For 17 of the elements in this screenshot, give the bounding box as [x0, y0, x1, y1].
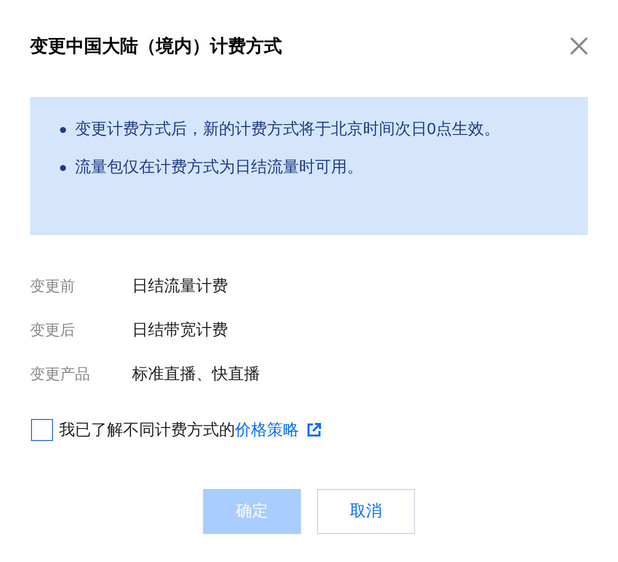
field-label: 变更前 — [30, 276, 76, 296]
bullet-icon — [60, 127, 66, 133]
cancel-button[interactable]: 取消 — [317, 489, 415, 534]
field-label: 变更后 — [30, 320, 76, 340]
field-value: 标准直播、快直播 — [132, 364, 260, 384]
field-value: 日结带宽计费 — [132, 320, 228, 340]
agreement-checkbox[interactable] — [31, 419, 53, 441]
pricing-link[interactable]: 价格策略 — [235, 420, 299, 440]
field-label: 变更产品 — [30, 364, 91, 384]
notice-text: 变更计费方式后，新的计费方式将于北京时间次日0点生效。 — [75, 120, 500, 140]
close-icon[interactable] — [568, 35, 590, 57]
notice-text: 流量包仅在计费方式为日结流量时可用。 — [75, 158, 363, 178]
dialog-title: 变更中国大陆（境内）计费方式 — [30, 35, 282, 58]
bullet-icon — [60, 165, 66, 171]
external-link-icon[interactable] — [307, 423, 321, 437]
agreement-text: 我已了解不同计费方式的 — [59, 420, 235, 440]
field-value: 日结流量计费 — [132, 276, 228, 296]
